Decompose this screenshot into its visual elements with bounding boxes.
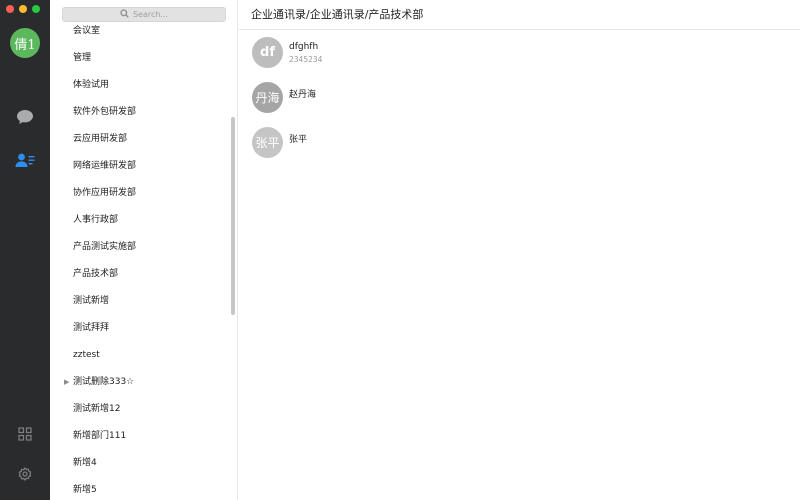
department-item[interactable]: 测试拜拜 — [50, 315, 230, 342]
member-subtitle: 2345234 — [289, 55, 323, 64]
department-item[interactable]: 会议室 — [50, 18, 230, 45]
department-label: 测试拜拜 — [73, 323, 110, 333]
member-panel: 企业通讯录/企业通讯录/产品技术部 df dfghfh 2345234 丹海 赵丹海 张平… — [239, 0, 800, 500]
department-label: 协作应用研发部 — [73, 188, 137, 198]
window-controls — [6, 5, 40, 13]
department-label: 云应用研发部 — [73, 134, 128, 144]
user-avatar[interactable]: 倩1 — [10, 28, 40, 58]
department-panel: Search... 会议室 管理 体验试用 软件外包研发部 云应用研发部 网络运维研发部协… — [50, 0, 238, 500]
expand-arrow-icon[interactable]: ▶ — [64, 369, 69, 396]
department-item[interactable]: 新增5 — [50, 477, 230, 500]
department-item[interactable]: 新增部门111 — [50, 423, 230, 450]
scrollbar[interactable] — [230, 27, 236, 500]
department-item[interactable]: 云应用研发部 — [50, 126, 230, 153]
department-item[interactable]: 测试新增12 — [50, 396, 230, 423]
department-label: 软件外包研发部 — [73, 107, 137, 117]
member-info: 张平 — [289, 127, 307, 145]
department-label: 产品技术部 — [73, 269, 119, 279]
department-label: 产品测试实施部 — [73, 242, 137, 252]
member-item[interactable]: 张平 张平 — [252, 127, 800, 172]
department-label: 网络运维研发部 — [73, 161, 137, 171]
department-label: 体验试用 — [73, 80, 110, 90]
department-list: 会议室管理体验试用软件外包研发部 云应用研发部 网络运维研发部 协作应用研发部 人事行政… — [50, 18, 230, 500]
member-avatar: 丹海 — [252, 82, 283, 113]
department-label: 新增部门111 — [73, 431, 127, 441]
maximize-window-button[interactable] — [32, 5, 40, 13]
department-item[interactable]: 软件外包研发部 — [50, 99, 230, 126]
department-label: 会议室 — [73, 26, 101, 36]
scrollbar-thumb[interactable] — [231, 117, 235, 315]
department-label: 人事行政部 — [73, 215, 119, 225]
department-label: 管理 — [73, 53, 92, 63]
department-label: 测试新增 — [73, 296, 110, 306]
breadcrumb: 企业通讯录/企业通讯录/产品技术部 — [239, 0, 800, 30]
department-item[interactable]: 产品测试实施部 — [50, 234, 230, 261]
department-item[interactable]: 体验试用 — [50, 72, 230, 99]
department-item[interactable]: 网络运维研发部 — [50, 153, 230, 180]
member-info: dfghfh 2345234 — [289, 37, 322, 64]
department-item[interactable]: ▶ 测试删除333☆ — [50, 369, 230, 396]
department-label: 测试删除333☆ — [73, 377, 135, 387]
member-item[interactable]: df dfghfh 2345234 — [252, 37, 800, 82]
contacts-icon[interactable] — [15, 150, 35, 170]
department-item[interactable]: 协作应用研发部 — [50, 180, 230, 207]
member-info: 赵丹海 — [289, 82, 316, 100]
department-item[interactable]: 人事行政部 — [50, 207, 230, 234]
member-name: dfghfh — [289, 42, 319, 52]
department-item[interactable]: 测试新增 — [50, 288, 230, 315]
department-item[interactable]: 管理 — [50, 45, 230, 72]
department-label: zztest — [73, 350, 100, 360]
close-window-button[interactable] — [6, 5, 14, 13]
department-item[interactable]: 产品技术部 — [50, 261, 230, 288]
member-avatar: df — [252, 37, 283, 68]
member-name: 张平 — [289, 135, 308, 145]
member-item[interactable]: 丹海 赵丹海 — [252, 82, 800, 127]
apps-icon[interactable] — [15, 424, 35, 444]
chat-icon[interactable] — [15, 107, 35, 127]
minimize-window-button[interactable] — [19, 5, 27, 13]
settings-icon[interactable] — [15, 464, 35, 484]
department-label: 新增5 — [73, 485, 97, 495]
member-list: df dfghfh 2345234 丹海 赵丹海 张平 张平 — [239, 30, 800, 172]
department-label: 测试新增12 — [73, 404, 121, 414]
department-item[interactable]: zztest — [50, 342, 230, 369]
department-label: 新增4 — [73, 458, 97, 468]
app-sidebar: 倩1 — [0, 0, 50, 500]
department-item[interactable]: 新增4 — [50, 450, 230, 477]
member-name: 赵丹海 — [289, 90, 317, 100]
member-avatar: 张平 — [252, 127, 283, 158]
